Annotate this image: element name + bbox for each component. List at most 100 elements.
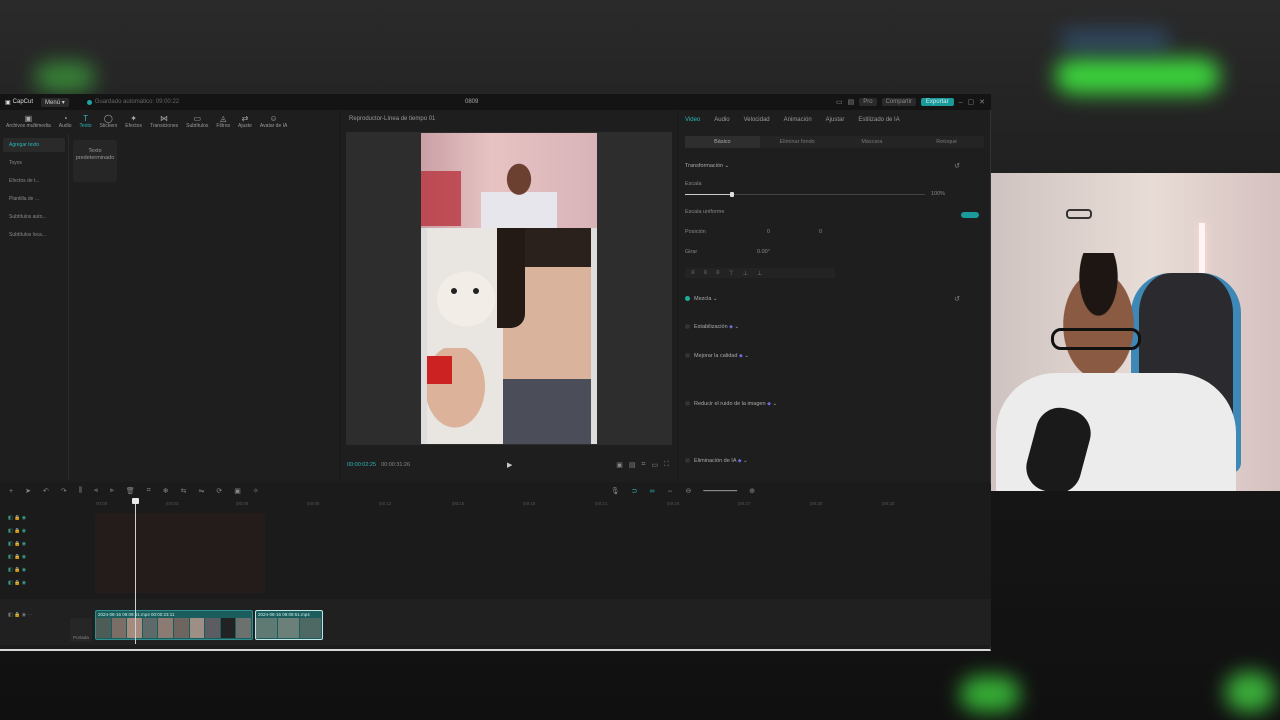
nav-add-text[interactable]: Agregar texto — [3, 138, 65, 152]
noise-checkbox[interactable] — [685, 401, 690, 407]
ai-remove-section[interactable]: Eliminación de IA ◆ ⌄ — [685, 458, 748, 464]
menu-button[interactable]: Menú ▾ — [41, 97, 69, 107]
tab-ai-style[interactable]: Estilizado de IA — [858, 117, 899, 130]
zoom-out-icon[interactable]: ⊖ — [685, 487, 691, 495]
ai-icon[interactable]: ✧ — [253, 487, 259, 495]
toolbar-transitions[interactable]: ⋈ Transiciones — [150, 114, 178, 129]
link-icon[interactable]: ∞ — [649, 488, 654, 495]
mic-icon[interactable]: 🎙 — [611, 487, 620, 495]
split-right-icon[interactable]: ⫸ — [110, 487, 114, 495]
undo-icon[interactable]: ↶ — [43, 487, 49, 495]
magnet-icon[interactable]: ⊃ — [632, 487, 638, 495]
zoom-in-icon[interactable]: ⊕ — [749, 487, 755, 495]
toolbar-ai-avatar[interactable]: ☺ Avatar de IA — [260, 114, 287, 129]
split-icon[interactable]: ⫼ — [79, 487, 82, 495]
pro-button[interactable]: Pro — [859, 98, 877, 106]
fullscreen-icon[interactable]: ⛶ — [664, 461, 669, 469]
subtab-retouch[interactable]: Retoque — [909, 136, 984, 148]
shortcut-icon[interactable]: ▤ — [848, 98, 855, 106]
toolbar-filters[interactable]: ◬ Filtros — [216, 114, 230, 129]
track-controls[interactable]: ◧ 🔒 ◉ — [8, 515, 26, 521]
add-track-icon[interactable]: + — [9, 488, 13, 495]
close-icon[interactable]: ✕ — [979, 98, 985, 106]
scale-value[interactable]: 100% — [931, 191, 945, 197]
layout-icon[interactable]: ▭ — [836, 98, 843, 106]
timeline-ruler[interactable]: 00:00 |00:03 |00:06 |00:09 |00:12 |00:15… — [0, 498, 991, 510]
tab-animation[interactable]: Animación — [784, 117, 812, 130]
align-left-icon[interactable]: ≡ — [691, 270, 695, 276]
improve-quality-checkbox[interactable] — [685, 353, 690, 359]
tab-audio[interactable]: Audio — [714, 117, 729, 130]
playhead[interactable] — [135, 498, 136, 644]
rotate-field[interactable]: 0.00° — [757, 249, 770, 255]
nav-auto-subtitles[interactable]: Subtítulos auto... — [3, 210, 65, 224]
aspect-icon[interactable]: ▭ — [651, 461, 658, 469]
select-tool-icon[interactable]: ➤ — [25, 487, 31, 495]
nav-local-subtitles[interactable]: Subtítulos loca... — [3, 228, 65, 242]
improve-quality-section[interactable]: Mejorar la calidad ◆ ⌄ — [685, 353, 749, 359]
maximize-icon[interactable]: ▢ — [968, 98, 975, 106]
split-left-icon[interactable]: ⫷ — [94, 487, 98, 495]
crop-icon[interactable]: ⌗ — [642, 461, 646, 469]
toolbar-media[interactable]: ▣ Archivos multimedia — [6, 114, 51, 129]
stabilize-section[interactable]: Estabilización ◆ ⌄ — [685, 324, 739, 330]
track-controls[interactable]: ◧ 🔒 ◉ — [8, 541, 26, 547]
align-bottom-icon[interactable]: ⊥ — [757, 270, 762, 277]
freeze-icon[interactable]: ❄ — [163, 487, 169, 495]
toolbar-adjust[interactable]: ⇄ Ajuste — [238, 114, 252, 129]
toolbar-subtitles[interactable]: ▭ Subtítulos — [186, 114, 208, 129]
track-controls[interactable]: ◧ 🔒 ◉ — [8, 580, 26, 586]
ai-remove-checkbox[interactable] — [685, 458, 690, 464]
mirror-icon[interactable]: ⇋ — [198, 487, 204, 495]
position-y-field[interactable]: 0 — [819, 229, 822, 235]
tab-speed[interactable]: Velocidad — [744, 117, 770, 130]
play-icon[interactable]: ▶ — [507, 461, 512, 469]
default-text-card[interactable]: Texto predeterminado — [73, 140, 117, 182]
toolbar-effects[interactable]: ✦ Efectos — [125, 114, 142, 129]
nav-text-effects[interactable]: Efectos de t... — [3, 174, 65, 188]
track-controls[interactable]: ◧ 🔒 ◉ — [8, 567, 26, 573]
subtab-mask[interactable]: Máscara — [835, 136, 910, 148]
blend-section[interactable]: Mezcla ⌄ — [685, 296, 718, 302]
scale-slider[interactable] — [685, 192, 925, 197]
subtab-basic[interactable]: Básico — [685, 136, 760, 148]
main-track-controls[interactable]: ◧ 🔒 ◉ ⋯ — [8, 612, 32, 618]
blend-checkbox[interactable] — [685, 296, 690, 302]
track-controls[interactable]: ◧ 🔒 ◉ — [8, 528, 26, 534]
align-center-icon[interactable]: ≡ — [704, 270, 708, 276]
export-button[interactable]: Exportar — [920, 98, 954, 106]
zoom-slider[interactable]: ━━━━━━━━ — [703, 487, 737, 495]
crop-tool-icon[interactable]: ⌗ — [147, 487, 151, 495]
tab-adjust[interactable]: Ajustar — [826, 117, 845, 130]
align-right-icon[interactable]: ≡ — [716, 270, 720, 276]
toolbar-text[interactable]: T Texto — [80, 114, 92, 129]
transform-section[interactable]: Transformación ⌄ — [685, 163, 729, 169]
subtab-remove-bg[interactable]: Eliminar fondo — [760, 136, 835, 148]
stabilize-checkbox[interactable] — [685, 324, 690, 330]
toolbar-stickers[interactable]: ◯ Stickers — [100, 114, 118, 129]
rotate-tool-icon[interactable]: ⟳ — [216, 487, 222, 495]
video-clip[interactable]: 2024-08-16 09:09:51.mp4 00:00:23:11 — [95, 610, 253, 640]
share-button[interactable]: Compartir — [881, 98, 916, 106]
playhead-handle[interactable] — [132, 498, 139, 504]
minimize-icon[interactable]: – — [959, 99, 963, 106]
preview-axis-icon[interactable]: ⇔ — [666, 488, 673, 495]
delete-icon[interactable]: 🗑 — [126, 487, 135, 495]
cover-button[interactable]: Portada — [70, 618, 92, 642]
reverse-icon[interactable]: ⇆ — [181, 487, 187, 495]
tab-video[interactable]: Video — [685, 117, 700, 130]
nav-template[interactable]: Plantilla de ... — [3, 192, 65, 206]
redo-icon[interactable]: ↷ — [61, 487, 67, 495]
video-clip-selected[interactable]: 2024-08-16 09:09:51.mp4 — [255, 610, 323, 640]
noise-reduction-section[interactable]: Reducir el ruido de la imagen ◆ ⌄ — [685, 401, 777, 407]
reset-icon[interactable]: ↺ — [954, 162, 960, 170]
reset-icon[interactable]: ↺ — [954, 295, 960, 303]
track-controls[interactable]: ◧ 🔒 ◉ — [8, 554, 26, 560]
uniform-scale-toggle[interactable] — [961, 212, 979, 218]
video-frame[interactable] — [421, 133, 597, 444]
auto-reframe-icon[interactable]: ▣ — [234, 487, 241, 495]
nav-toyos[interactable]: Toyos — [3, 156, 65, 170]
toolbar-audio[interactable]: ◔ Audio — [59, 114, 72, 129]
position-x-field[interactable]: 0 — [767, 229, 770, 235]
quality-icon[interactable]: ▤ — [629, 461, 636, 469]
